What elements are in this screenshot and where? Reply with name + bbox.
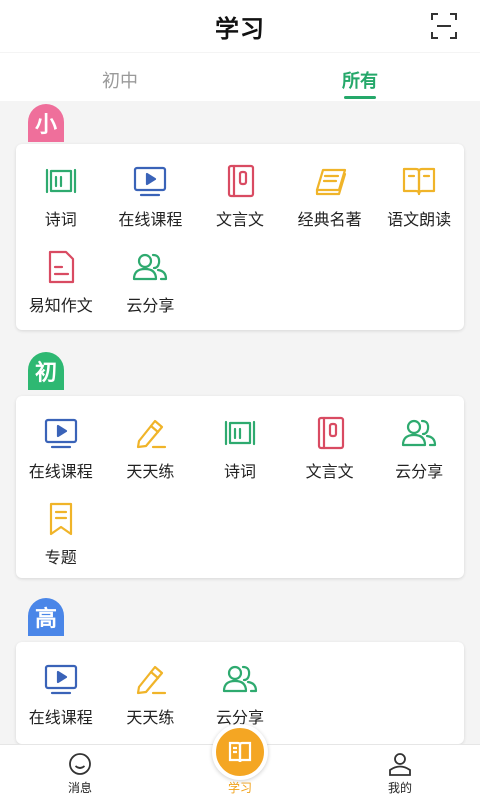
tab-label: 初中 — [102, 71, 138, 92]
scroll-icon — [221, 414, 259, 452]
feature-item[interactable]: 天天练 — [106, 656, 196, 742]
feature-item[interactable]: 文言文 — [285, 410, 375, 496]
feature-item[interactable]: 专题 — [16, 496, 106, 582]
feature-label: 诗词 — [44, 210, 77, 229]
feature-card: 诗词 在线课程 文言文 经典名著 语文朗读易知作文 云分享 — [16, 144, 464, 330]
tab-junior[interactable]: 初中 — [0, 53, 240, 101]
book-icon — [228, 741, 252, 763]
video-play-icon — [42, 414, 80, 452]
feature-label: 文言文 — [305, 462, 354, 481]
feature-label: 天天练 — [126, 462, 175, 481]
section-primary: 小 诗词 在线课程 文言文 经典名著 语文朗读易知作文 云分享 — [0, 104, 480, 334]
feature-label: 易知作文 — [28, 296, 93, 315]
section-badge: 初 — [28, 352, 64, 390]
tab-label: 所有 — [342, 71, 378, 92]
section-badge: 小 — [28, 104, 64, 142]
tab-all[interactable]: 所有 — [240, 53, 480, 101]
pencil-icon — [131, 414, 169, 452]
feature-label: 经典名著 — [297, 210, 362, 229]
open-book-icon — [400, 162, 438, 200]
feature-label: 在线课程 — [28, 462, 93, 481]
notebook-icon — [311, 414, 349, 452]
feature-label: 在线课程 — [118, 210, 183, 229]
tab-indicator — [344, 96, 376, 99]
users-icon — [131, 248, 169, 286]
bookmark-icon — [42, 500, 80, 538]
feature-item[interactable]: 云分享 — [374, 410, 464, 496]
nav-messages[interactable]: 消息 — [30, 745, 130, 800]
app-header: 学习 — [0, 0, 480, 52]
pencil-icon — [131, 660, 169, 698]
document-icon — [42, 248, 80, 286]
nav-label: 我的 — [387, 781, 412, 795]
nav-mine[interactable]: 我的 — [350, 745, 450, 800]
page-title: 学习 — [215, 14, 265, 43]
feature-item[interactable]: 经典名著 — [285, 158, 375, 244]
scroll-icon — [42, 162, 80, 200]
feature-item[interactable]: 诗词 — [16, 158, 106, 244]
feature-label: 云分享 — [126, 296, 175, 315]
feature-label: 云分享 — [395, 462, 444, 481]
section-junior: 初 在线课程 天天练 诗词 文言文 云分享专题 — [0, 352, 480, 582]
feature-grid: 诗词 在线课程 文言文 经典名著 语文朗读易知作文 云分享 — [16, 144, 464, 330]
feature-item[interactable]: 诗词 — [195, 410, 285, 496]
smile-face-icon — [69, 753, 91, 775]
feature-label: 语文朗读 — [387, 210, 452, 229]
feature-item[interactable]: 在线课程 — [106, 158, 196, 244]
level-tabs: 初中 所有 — [0, 53, 480, 101]
video-play-icon — [131, 162, 169, 200]
video-play-icon — [42, 660, 80, 698]
stacked-books-icon — [311, 162, 349, 200]
feature-label: 在线课程 — [28, 708, 93, 727]
feature-item[interactable]: 文言文 — [195, 158, 285, 244]
users-icon — [400, 414, 438, 452]
users-icon — [221, 660, 259, 698]
feature-item[interactable]: 在线课程 — [16, 656, 106, 742]
feature-grid: 在线课程 天天练 诗词 文言文 云分享专题 — [16, 396, 464, 582]
feature-card: 在线课程 天天练 诗词 文言文 云分享专题 — [16, 396, 464, 578]
feature-item[interactable]: 在线课程 — [16, 410, 106, 496]
user-icon — [389, 753, 411, 776]
study-center-button[interactable] — [212, 724, 268, 780]
section-badge: 高 — [28, 598, 64, 636]
feature-item[interactable]: 天天练 — [106, 410, 196, 496]
feature-item[interactable]: 语文朗读 — [374, 158, 464, 244]
feature-label: 天天练 — [126, 708, 175, 727]
feature-label: 文言文 — [215, 210, 264, 229]
section-senior: 高 在线课程 天天练 云分享 — [0, 598, 480, 744]
feature-item[interactable]: 易知作文 — [16, 244, 106, 330]
feature-item[interactable]: 云分享 — [106, 244, 196, 330]
nav-label: 学习 — [227, 781, 252, 795]
nav-label: 消息 — [67, 781, 92, 795]
feature-label: 诗词 — [223, 462, 256, 481]
scan-icon[interactable] — [430, 12, 458, 40]
feature-label: 专题 — [44, 548, 77, 567]
notebook-icon — [221, 162, 259, 200]
